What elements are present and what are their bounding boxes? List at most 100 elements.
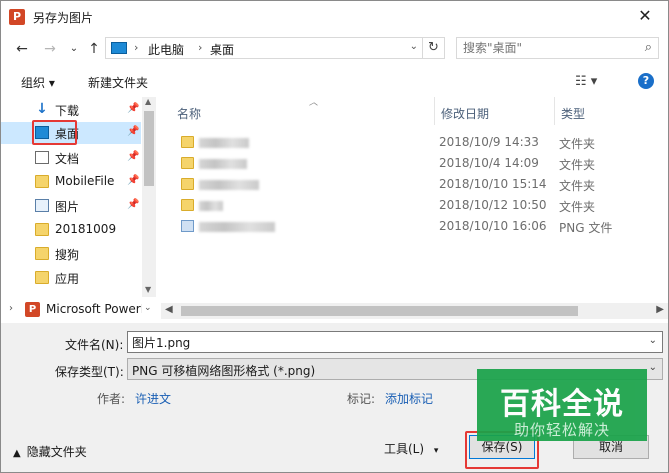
folder-icon [35,247,49,260]
nav-label: 20181009 [55,222,117,236]
nav-item-sogou[interactable]: 搜狗 [1,243,141,265]
search-box[interactable]: ⌕ [456,37,659,59]
nav-label: Microsoft PowerPoint [46,302,142,316]
column-date[interactable]: 修改日期 [435,97,555,125]
command-bar: 组织 ▾ 新建文件夹 ☷ ▾ ? [1,67,668,97]
download-icon: ↓ [36,101,48,117]
filename-field[interactable]: ⌄ [127,331,663,353]
file-type: PNG 文件 [559,221,613,235]
tags-label: 标记: [347,392,376,406]
file-list-horizontal-scrollbar[interactable]: ◀ ▶ [161,303,668,319]
nav-item-20181009[interactable]: 20181009 [1,219,141,241]
up-button[interactable]: ↑ [85,39,103,59]
address-dropdown-icon[interactable]: ⌄ [410,41,418,52]
view-options-icon[interactable]: ☷ ▾ [575,74,597,89]
column-header-label: 类型 [561,107,586,121]
pin-icon[interactable]: 📌 [127,126,139,137]
hide-folders-toggle[interactable]: ▲ 隐藏文件夹 [13,443,87,460]
column-type[interactable]: 类型 [555,97,668,125]
folder-icon [181,136,194,148]
help-icon[interactable]: ? [638,73,654,89]
sort-ascending-icon: ︿ [309,98,319,108]
tools-label: 工具(L) [384,442,425,456]
folder-icon [35,175,49,188]
folder-icon [181,178,194,190]
search-input[interactable] [463,40,633,56]
refresh-button[interactable]: ↻ [422,38,444,58]
pin-icon[interactable]: 📌 [127,175,139,186]
file-row[interactable]: 2018/10/4 14:09 文件夹 [161,153,668,174]
chevron-down-icon: ▾ [433,446,439,456]
pin-icon[interactable]: 📌 [127,199,139,210]
folder-icon [35,271,49,284]
chevron-up-icon: ▲ [13,448,21,459]
window-title: 另存为图片 [33,11,94,25]
file-row[interactable]: 2018/10/10 15:14 文件夹 [161,174,668,195]
filetype-label: 保存类型(T): [55,365,124,379]
nav-label: 应用 [55,272,80,286]
nav-item-downloads[interactable]: ↓ 下载 📌 [1,99,141,121]
nav-item-apps[interactable]: 应用 [1,267,141,289]
horizontal-scroll-thumb[interactable] [181,306,578,316]
filetype-value: PNG 可移植网络图形格式 (*.png) [132,364,316,378]
close-button[interactable]: ✕ [622,1,668,31]
recent-locations-button[interactable]: ⌄ [65,39,83,59]
chevron-right-icon[interactable]: › [9,303,13,314]
chevron-down-icon: ⌄ [648,362,657,373]
folder-icon [181,199,194,211]
nav-scrollbar[interactable]: ▲ ▼ [142,97,156,297]
nav-scroll-thumb[interactable] [144,111,154,186]
chevron-down-icon[interactable]: ⌄ [649,335,657,346]
file-type: 文件夹 [559,200,596,214]
file-row[interactable]: 2018/10/9 14:33 文件夹 [161,132,668,153]
watermark-title: 百科全说 [500,387,624,422]
breadcrumb-this-pc[interactable]: 此电脑 [148,41,184,58]
scroll-right-icon[interactable]: ▶ [656,304,664,315]
nav-item-pictures[interactable]: 图片 📌 [1,195,141,217]
blurred-filename [199,201,223,211]
save-as-dialog: P 另存为图片 ✕ ← → ⌄ ↑ › 此电脑 › 桌面 ⌄ ↻ ⌕ 组织 ▾ … [0,0,669,473]
breadcrumb-desktop[interactable]: 桌面 [210,41,234,58]
file-type: 文件夹 [559,137,596,151]
blurred-filename [199,138,249,148]
nav-item-documents[interactable]: 文档 📌 [1,147,141,169]
column-header-label: 名称 [177,107,202,121]
scroll-up-icon[interactable]: ▲ [145,97,151,106]
new-folder-button[interactable]: 新建文件夹 [88,74,148,91]
refresh-icon: ↻ [428,40,439,55]
add-tags-link[interactable]: 添加标记 [385,390,433,407]
tools-menu[interactable]: 工具(L) ▾ [384,440,438,457]
forward-button[interactable]: → [41,39,59,59]
column-name[interactable]: 名称 ︿ [171,97,435,125]
author-value[interactable]: 许进文 [135,390,171,407]
organize-menu[interactable]: 组织 ▾ [21,74,55,91]
blurred-filename [199,180,259,190]
computer-icon [111,42,127,54]
nav-item-powerpoint[interactable]: › P Microsoft PowerPoint ⌄ [1,299,158,321]
nav-label: 文档 [55,152,80,166]
filename-input[interactable] [132,334,612,350]
back-button[interactable]: ← [13,39,31,59]
pin-icon[interactable]: 📌 [127,151,139,162]
png-file-icon [181,220,194,232]
chevron-down-icon[interactable]: ⌄ [144,303,152,313]
blurred-filename [199,222,275,232]
folder-icon [181,157,194,169]
file-type: 文件夹 [559,158,596,172]
column-header-label: 修改日期 [441,107,490,121]
pin-icon[interactable]: 📌 [127,103,139,114]
address-bar[interactable]: › 此电脑 › 桌面 ⌄ ↻ [105,37,445,59]
nav-label: MobileFile [55,174,115,188]
file-date: 2018/10/12 10:50 [439,198,547,212]
watermark-logo: 百科全说 助你轻松解决 [477,369,647,441]
file-row[interactable]: 2018/10/10 16:06 PNG 文件 [161,216,668,237]
scroll-left-icon[interactable]: ◀ [165,304,173,315]
powerpoint-app-icon: P [9,9,25,25]
arrow-up-icon: ↑ [88,41,100,57]
file-row[interactable]: 2018/10/12 10:50 文件夹 [161,195,668,216]
nav-label: 图片 [55,200,80,214]
chevron-down-icon: ⌄ [69,43,79,54]
scroll-down-icon[interactable]: ▼ [145,285,151,294]
close-icon: ✕ [638,6,652,25]
nav-item-mobilefile[interactable]: MobileFile 📌 [1,171,141,193]
